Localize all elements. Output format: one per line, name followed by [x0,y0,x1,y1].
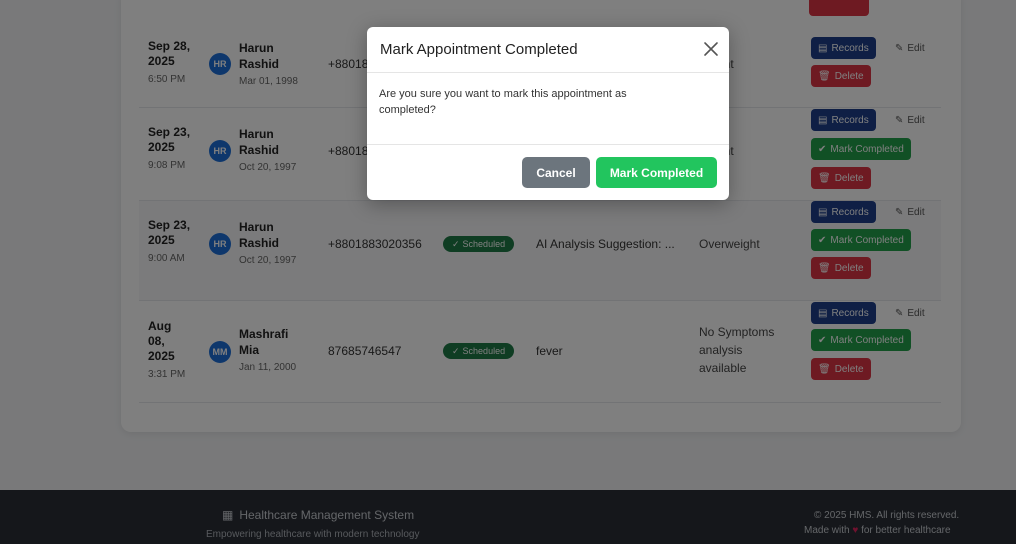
cancel-button[interactable]: Cancel [522,157,590,188]
modal-header: Mark Appointment Completed [367,27,729,73]
close-icon[interactable] [701,39,721,59]
modal-title: Mark Appointment Completed [380,41,578,58]
confirm-modal: Mark Appointment Completed Are you sure … [367,27,729,200]
mark-completed-confirm-button[interactable]: Mark Completed [596,157,717,188]
modal-footer: Cancel Mark Completed [367,144,729,200]
modal-message: Are you sure you want to mark this appoi… [379,88,627,116]
